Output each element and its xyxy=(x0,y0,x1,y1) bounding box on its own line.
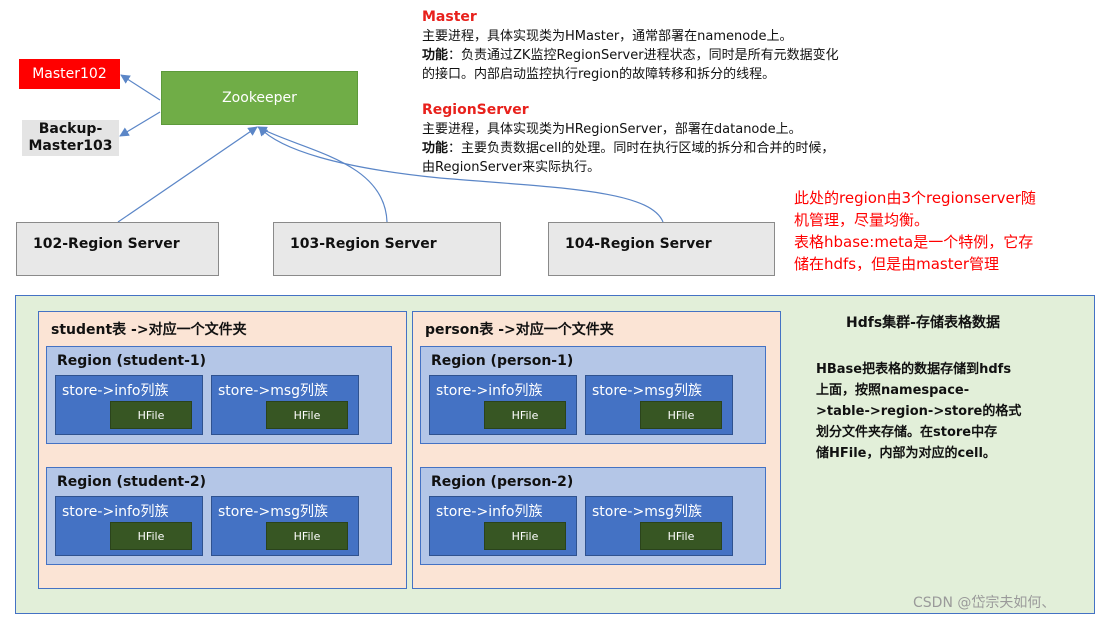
table-person-title: person表 ->对应一个文件夹 xyxy=(425,322,614,338)
hdfs-description-line2: 上面，按照namespace- xyxy=(816,383,970,398)
master-description-line1: 主要进程，具体实现类为HMaster，通常部署在namenode上。 xyxy=(422,29,793,44)
regionserver-description-title: RegionServer xyxy=(422,102,529,118)
hdfs-description-line4: 划分文件夹存储。在store中存 xyxy=(816,425,998,440)
store-info: store->info列族 HFile xyxy=(429,375,577,435)
hfile: HFile xyxy=(484,401,566,429)
region-student-1-title: Region (student-1) xyxy=(57,353,207,369)
master-102-box: Master102 xyxy=(19,59,120,89)
csdn-watermark: CSDN @岱宗夫如何、 xyxy=(913,595,1056,611)
region-server-103-label: 103-Region Server xyxy=(290,236,437,252)
region-person-2: Region (person-2) store->info列族 HFile st… xyxy=(420,467,766,565)
store-msg: store->msg列族 HFile xyxy=(585,375,733,435)
note-line3: 表格hbase:meta是一个特例，它存 xyxy=(794,233,1034,251)
store-msg: store->msg列族 HFile xyxy=(211,496,359,556)
table-student-title: student表 ->对应一个文件夹 xyxy=(51,322,247,338)
store-msg: store->msg列族 HFile xyxy=(211,375,359,435)
hfile: HFile xyxy=(266,522,348,550)
regionserver-description: RegionServer 主要进程，具体实现类为HRegionServer，部署… xyxy=(422,101,942,177)
store-info: store->info列族 HFile xyxy=(55,375,203,435)
store-info-label: store->info列族 xyxy=(436,504,543,520)
zk-to-backup-arrow xyxy=(119,111,161,137)
store-info-label: store->info列族 xyxy=(62,504,169,520)
region-server-102: 102-Region Server xyxy=(16,222,219,276)
hdfs-cluster: student表 ->对应一个文件夹 Region (student-1) st… xyxy=(15,295,1095,614)
hdfs-description-line5: 储HFile，内部为对应的cell。 xyxy=(816,446,996,461)
backup-master-label-line1: Backup- xyxy=(38,121,103,137)
master-description-title: Master xyxy=(422,9,477,25)
store-info-label: store->info列族 xyxy=(62,383,169,399)
table-person: person表 ->对应一个文件夹 Region (person-1) stor… xyxy=(412,311,781,589)
region-server-104-label: 104-Region Server xyxy=(565,236,712,252)
regionserver-description-line1: 主要进程，具体实现类为HRegionServer，部署在datanode上。 xyxy=(422,122,802,137)
hfile: HFile xyxy=(640,401,722,429)
region-student-2: Region (student-2) store->info列族 HFile s… xyxy=(46,467,392,565)
hdfs-title: Hdfs集群-存储表格数据 xyxy=(846,315,1000,331)
hfile: HFile xyxy=(266,401,348,429)
store-msg-label: store->msg列族 xyxy=(592,504,703,520)
region-server-103: 103-Region Server xyxy=(273,222,501,276)
master-function-text: ：负责通过ZK监控RegionServer进程状态，同时是所有元数据变化 xyxy=(448,48,839,63)
zk-to-master-arrow xyxy=(120,74,161,101)
hfile: HFile xyxy=(484,522,566,550)
store-info: store->info列族 HFile xyxy=(429,496,577,556)
hfile: HFile xyxy=(110,401,192,429)
hfile: HFile xyxy=(110,522,192,550)
store-info: store->info列族 HFile xyxy=(55,496,203,556)
store-msg-label: store->msg列族 xyxy=(218,383,329,399)
hfile: HFile xyxy=(640,522,722,550)
region-student-1: Region (student-1) store->info列族 HFile s… xyxy=(46,346,392,444)
master-description-line2: 功能：负责通过ZK监控RegionServer进程状态，同时是所有元数据变化 xyxy=(422,46,942,65)
regionserver-description-line2: 功能：主要负责数据cell的处理。同时在执行区域的拆分和合并的时候， xyxy=(422,139,942,158)
note-line4: 储在hdfs，但是由master管理 xyxy=(794,255,1000,273)
store-info-label: store->info列族 xyxy=(436,383,543,399)
rs103-to-zk-arrow xyxy=(257,126,388,223)
region-server-102-label: 102-Region Server xyxy=(33,236,180,252)
regionserver-function-text: ：主要负责数据cell的处理。同时在执行区域的拆分和合并的时候， xyxy=(448,141,835,156)
regionserver-function-label: 功能 xyxy=(422,141,449,156)
store-msg-label: store->msg列族 xyxy=(218,504,329,520)
region-person-1: Region (person-1) store->info列族 HFile st… xyxy=(420,346,766,444)
table-student: student表 ->对应一个文件夹 Region (student-1) st… xyxy=(38,311,407,589)
master-102-label: Master102 xyxy=(32,66,107,82)
region-server-104: 104-Region Server xyxy=(548,222,775,276)
region-balance-note: 此处的region由3个regionserver随 机管理，尽量均衡。 表格hb… xyxy=(794,187,1084,275)
rs102-to-zk-arrow xyxy=(117,126,258,223)
note-line2: 机管理，尽量均衡。 xyxy=(794,211,930,229)
hdfs-description: HBase把表格的数据存储到hdfs 上面，按照namespace- >tabl… xyxy=(816,359,1056,464)
note-line1: 此处的region由3个regionserver随 xyxy=(794,189,1036,207)
backup-master-103-box: Backup- Master103 xyxy=(22,120,119,156)
backup-master-label-line2: Master103 xyxy=(28,138,113,154)
hdfs-description-line3: >table->region->store的格式 xyxy=(816,404,1022,419)
master-function-label: 功能 xyxy=(422,48,449,63)
region-student-2-title: Region (student-2) xyxy=(57,474,207,490)
store-msg-label: store->msg列族 xyxy=(592,383,703,399)
hdfs-description-line1: HBase把表格的数据存储到hdfs xyxy=(816,362,1012,377)
region-person-1-title: Region (person-1) xyxy=(431,353,574,369)
store-msg: store->msg列族 HFile xyxy=(585,496,733,556)
master-description: Master 主要进程，具体实现类为HMaster，通常部署在namenode上… xyxy=(422,8,942,84)
region-person-2-title: Region (person-2) xyxy=(431,474,574,490)
zookeeper-box: Zookeeper xyxy=(161,71,358,125)
zookeeper-label: Zookeeper xyxy=(222,90,297,106)
regionserver-description-line3: 由RegionServer来实际执行。 xyxy=(422,160,601,175)
master-description-line3: 的接口。内部启动监控执行region的故障转移和拆分的线程。 xyxy=(422,67,776,82)
